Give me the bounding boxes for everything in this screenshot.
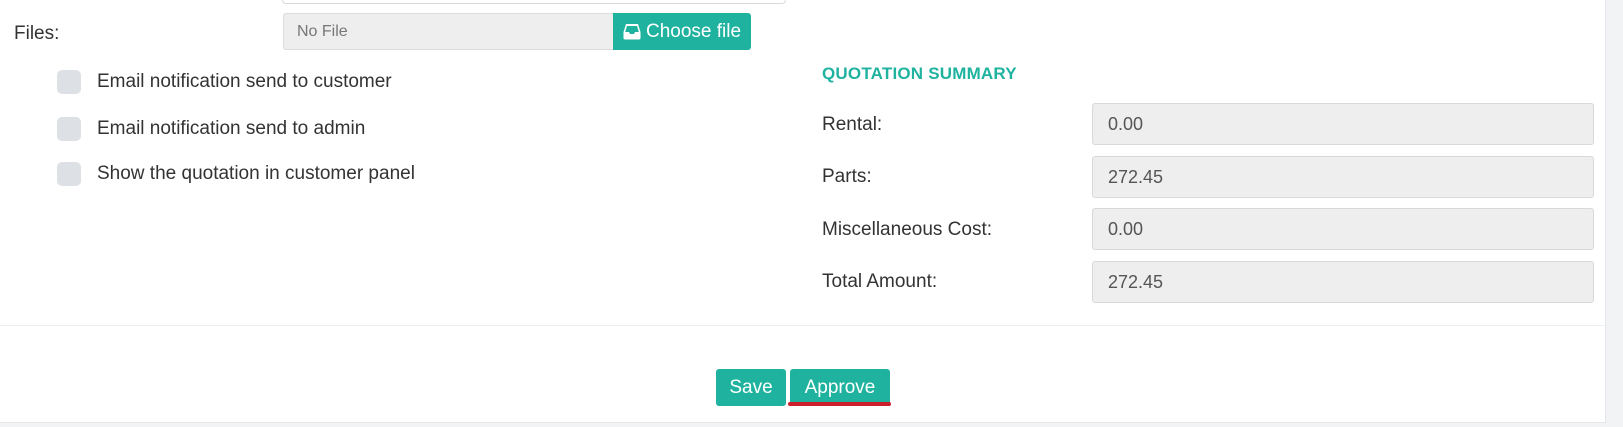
- miscellaneous-cost-label: Miscellaneous Cost:: [822, 219, 993, 240]
- email-customer-label: Email notification send to customer: [97, 71, 392, 92]
- footer-divider: [0, 325, 1605, 326]
- parts-label: Parts:: [822, 166, 872, 187]
- approve-highlight-underline: [788, 402, 891, 406]
- miscellaneous-cost-field: 0.00: [1092, 208, 1594, 250]
- email-customer-checkbox[interactable]: [57, 70, 81, 94]
- total-amount-field: 272.45: [1092, 261, 1594, 303]
- email-admin-checkbox-row[interactable]: Email notification send to admin: [57, 117, 365, 141]
- email-customer-checkbox-row[interactable]: Email notification send to customer: [57, 70, 392, 94]
- email-admin-checkbox[interactable]: [57, 117, 81, 141]
- total-amount-label: Total Amount:: [822, 271, 938, 292]
- show-customer-panel-checkbox-row[interactable]: Show the quotation in customer panel: [57, 162, 415, 186]
- quotation-form-card: Files: No File Choose file Email notific…: [0, 0, 1606, 423]
- inbox-tray-icon: [623, 23, 641, 40]
- quotation-summary-title: QUOTATION SUMMARY: [822, 64, 1017, 83]
- previous-field-input[interactable]: [282, 0, 786, 4]
- choose-file-button[interactable]: Choose file: [613, 13, 751, 50]
- show-customer-panel-checkbox[interactable]: [57, 162, 81, 186]
- parts-field: 272.45: [1092, 156, 1594, 198]
- rental-label: Rental:: [822, 114, 883, 135]
- show-customer-panel-label: Show the quotation in customer panel: [97, 163, 415, 184]
- file-name-display[interactable]: No File: [283, 13, 613, 50]
- rental-field: 0.00: [1092, 103, 1594, 145]
- files-label: Files:: [14, 23, 60, 44]
- email-admin-label: Email notification send to admin: [97, 118, 366, 139]
- choose-file-label: Choose file: [645, 20, 742, 42]
- approve-button[interactable]: Approve: [790, 369, 890, 406]
- save-button[interactable]: Save: [716, 369, 786, 406]
